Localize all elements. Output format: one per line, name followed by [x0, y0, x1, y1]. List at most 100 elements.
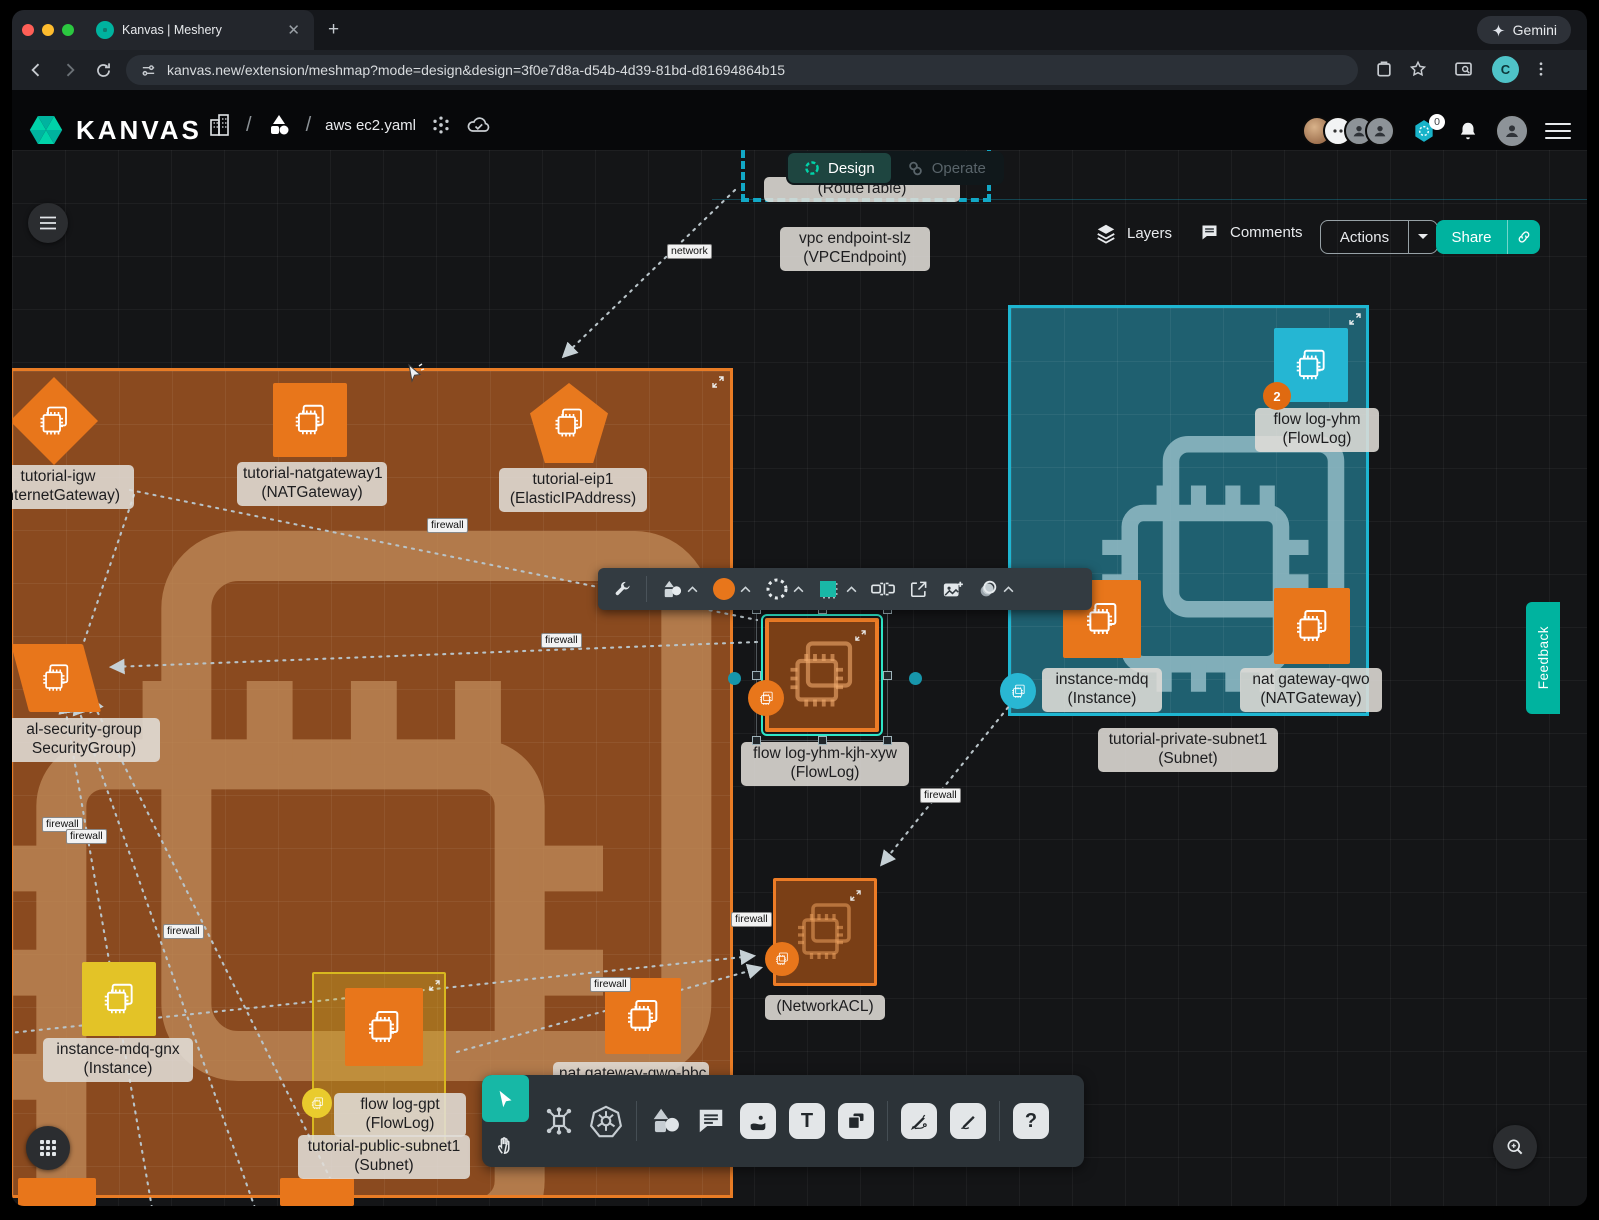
node-label-natgw-qwo: nat gateway-qwo(NATGateway) — [1240, 668, 1382, 712]
flow-log-yhm-badge[interactable]: 2 — [1263, 382, 1291, 410]
bookmark-star-icon[interactable] — [1408, 59, 1428, 79]
comments-icon — [1198, 222, 1221, 243]
kanvas-hexagon-icon — [28, 112, 64, 148]
select-tool-button[interactable] — [482, 1075, 529, 1122]
edge-label-firewall: firewall — [920, 788, 961, 803]
tab-design[interactable]: Design — [788, 153, 891, 183]
minimize-window-button[interactable] — [42, 24, 54, 36]
feedback-tab[interactable]: Feedback — [1526, 602, 1560, 714]
design-file-name[interactable]: aws ec2.yaml — [325, 117, 416, 134]
comment-tool[interactable] — [695, 1106, 727, 1136]
fill-style-picker[interactable] — [811, 568, 864, 610]
actions-button[interactable]: Actions — [1320, 220, 1438, 254]
pan-hand-icon — [495, 1134, 517, 1156]
browser-tab[interactable]: Kanvas | Meshery ✕ — [12, 10, 314, 50]
canvas-toolbar: T ? — [482, 1075, 1084, 1167]
edge-label-firewall: firewall — [163, 924, 204, 939]
notifications-bell-icon[interactable] — [1457, 119, 1479, 143]
collaborator-avatars[interactable] — [1302, 116, 1395, 146]
organization-icon[interactable] — [208, 112, 232, 138]
resize-handle[interactable] — [883, 671, 892, 680]
back-icon[interactable] — [26, 60, 46, 80]
search-tabs-icon[interactable] — [1453, 59, 1474, 79]
kanvas-logo[interactable]: KANVAS — [28, 112, 202, 148]
cloud-sync-icon[interactable] — [466, 114, 492, 136]
collapse-icon[interactable] — [712, 376, 724, 388]
collapse-icon[interactable] — [850, 890, 861, 901]
maximize-window-button[interactable] — [62, 24, 74, 36]
site-settings-icon[interactable] — [140, 62, 157, 79]
canvas-menu-button[interactable] — [28, 203, 68, 243]
mode-toggle: Design Operate — [786, 151, 1004, 185]
sticker-tool[interactable] — [740, 1103, 776, 1139]
node-instance-mdq-gnx[interactable] — [82, 962, 156, 1036]
tab-operate[interactable]: Operate — [891, 153, 1002, 183]
edge-connector-dot[interactable] — [909, 672, 922, 685]
tab-close-icon[interactable]: ✕ — [283, 21, 304, 39]
components-tool[interactable] — [542, 1104, 576, 1138]
help-button[interactable]: ? — [1013, 1103, 1049, 1139]
resize-handle[interactable] — [818, 736, 827, 745]
subnet-edge-connector[interactable] — [1000, 673, 1036, 709]
resize-handle[interactable] — [752, 736, 761, 745]
merge-design-icon[interactable] — [430, 114, 452, 136]
screenshot-root: { "browser": { "tab_title": "Kanvas | Me… — [0, 0, 1599, 1220]
tab-strip: Kanvas | Meshery ✕ + Gemini — [12, 10, 1587, 50]
flow-log-selected-badge[interactable] — [748, 680, 784, 716]
freehand-tool[interactable] — [950, 1103, 986, 1139]
text-tool[interactable]: T — [789, 1103, 825, 1139]
flow-log-gpt-badge[interactable] — [302, 1088, 332, 1118]
shapes-tool[interactable] — [650, 1106, 682, 1136]
apps-grid-button[interactable] — [26, 1126, 70, 1170]
node-nat-gateway-1[interactable] — [273, 383, 347, 457]
address-bar[interactable]: kanvas.new/extension/meshmap?mode=design… — [126, 55, 1358, 85]
node-nat-gateway-qwo[interactable] — [1274, 588, 1350, 664]
rename-icon[interactable] — [864, 568, 902, 610]
configure-wrench-icon[interactable] — [606, 568, 639, 610]
kubernetes-tool[interactable] — [589, 1104, 623, 1138]
node-partial-bottom[interactable] — [280, 1178, 354, 1206]
reload-icon[interactable] — [94, 61, 113, 80]
network-acl-badge[interactable] — [765, 942, 799, 976]
node-partial-bottom[interactable] — [18, 1178, 96, 1206]
pan-tool-button[interactable] — [482, 1122, 529, 1167]
sessions-badge[interactable]: 0 — [1411, 118, 1441, 144]
share-link-icon[interactable] — [1508, 229, 1540, 245]
app-menu-icon[interactable] — [1545, 118, 1571, 144]
share-button[interactable]: Share — [1436, 220, 1540, 254]
fill-color-picker[interactable] — [705, 568, 758, 610]
chrome-profile-avatar[interactable]: C — [1492, 56, 1519, 83]
border-style-picker[interactable] — [758, 568, 811, 610]
layer-order-picker[interactable] — [970, 568, 1021, 610]
browser-toolbar: kanvas.new/extension/meshmap?mode=design… — [12, 50, 1587, 90]
save-icon[interactable] — [1374, 59, 1394, 79]
forward-icon[interactable] — [60, 60, 80, 80]
resize-handle[interactable] — [883, 736, 892, 745]
edge-connector-dot[interactable] — [728, 672, 741, 685]
design-canvas[interactable]: (RouteTable) vpc endpoint-slz(VPCEndpoin… — [12, 150, 1587, 1206]
resize-handle[interactable] — [752, 671, 761, 680]
node-flow-log-gpt[interactable] — [345, 988, 423, 1066]
note-tool[interactable] — [838, 1103, 874, 1139]
collapse-icon[interactable] — [429, 980, 440, 991]
gemini-button[interactable]: Gemini — [1477, 16, 1571, 44]
user-profile-avatar[interactable] — [1495, 114, 1529, 148]
line-tool[interactable] — [901, 1103, 937, 1139]
collaborator-avatar[interactable] — [1365, 116, 1395, 146]
selection-bounds[interactable] — [756, 609, 888, 741]
zoom-button[interactable] — [1493, 1125, 1537, 1169]
comments-button[interactable]: Comments — [1198, 222, 1303, 243]
breadcrumb-separator: / — [306, 114, 312, 137]
shape-picker[interactable] — [654, 568, 705, 610]
open-in-new-icon[interactable] — [902, 568, 935, 610]
browser-menu-icon[interactable] — [1532, 59, 1550, 79]
new-tab-button[interactable]: + — [328, 20, 339, 39]
collapse-icon[interactable] — [1349, 313, 1361, 325]
actions-dropdown-caret[interactable] — [1409, 233, 1437, 241]
collapse-icon[interactable] — [855, 630, 866, 641]
close-window-button[interactable] — [22, 24, 34, 36]
node-context-toolbar — [598, 568, 1092, 610]
layers-button[interactable]: Layers — [1094, 222, 1172, 244]
workspace-shapes-icon[interactable] — [266, 113, 292, 137]
add-image-icon[interactable] — [935, 568, 970, 610]
